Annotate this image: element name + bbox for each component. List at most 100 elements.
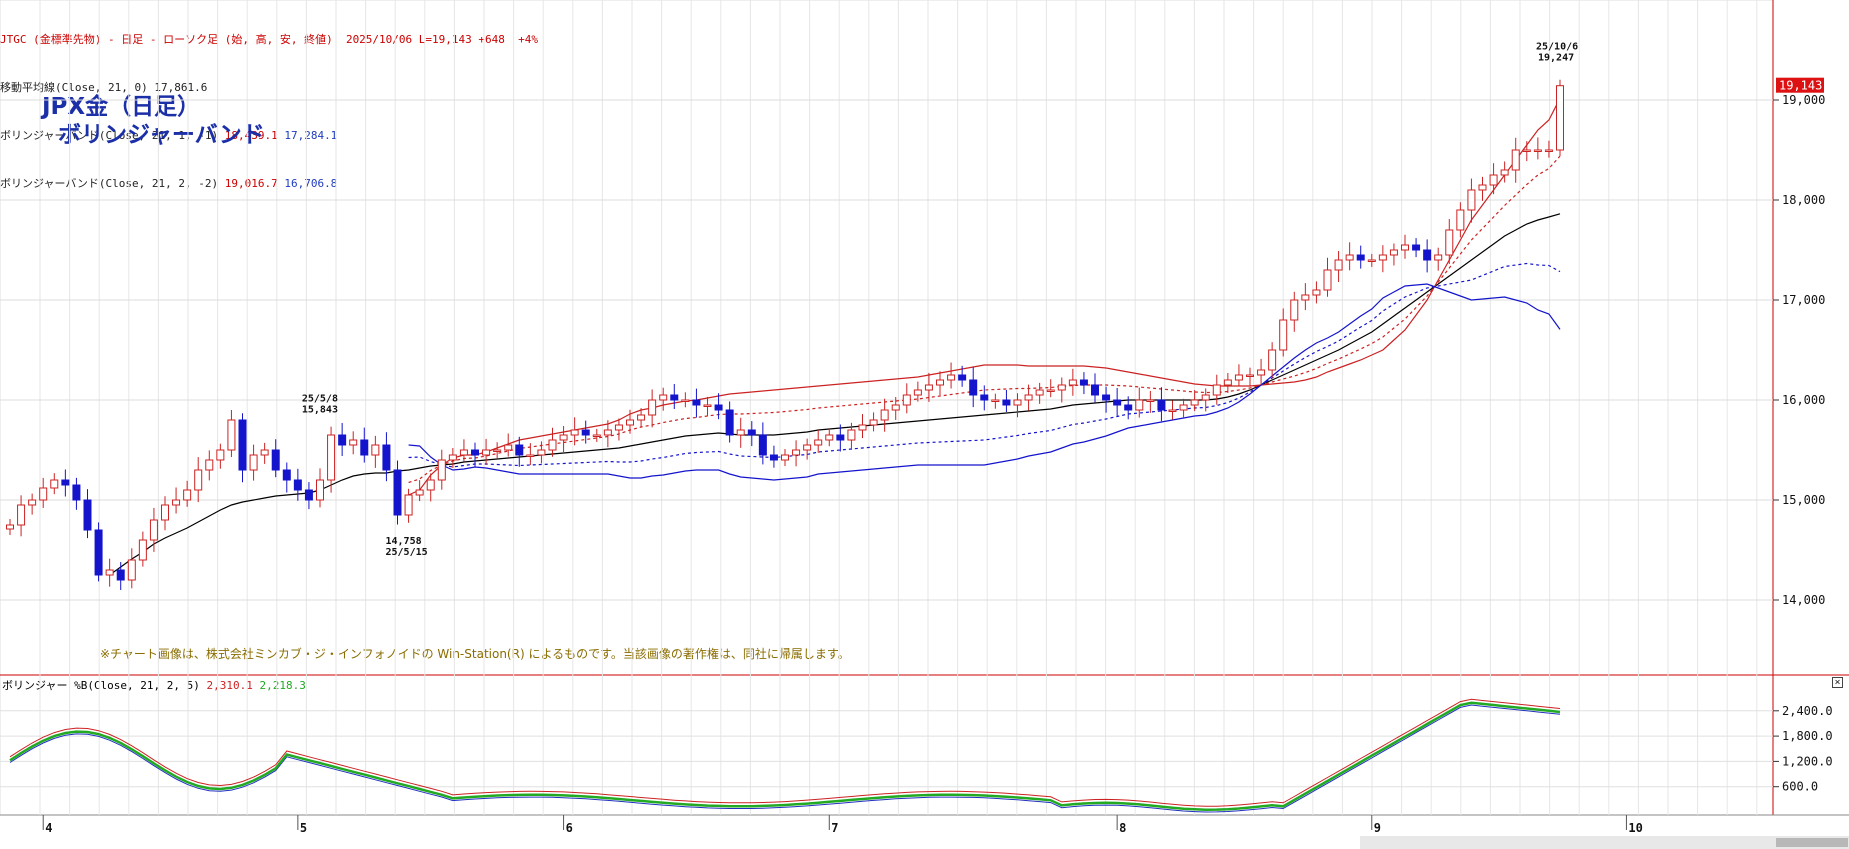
month-label: 7 <box>831 821 838 835</box>
candle-body <box>293 479 302 491</box>
candle-body <box>1367 259 1376 262</box>
price-tick-label: 18,000 <box>1782 193 1825 207</box>
candle-body <box>72 484 81 501</box>
candle-body <box>1113 399 1122 406</box>
candle-body <box>1489 174 1498 186</box>
candle-body <box>205 459 214 471</box>
price-tick-label: 15,000 <box>1782 493 1825 507</box>
candle-body <box>803 444 812 451</box>
candle-body <box>814 439 823 446</box>
candle-body <box>792 449 801 456</box>
candle-body <box>39 487 48 501</box>
candle-body <box>692 399 701 406</box>
candle-body <box>138 539 147 561</box>
candle-body <box>1234 374 1243 381</box>
candle-body <box>1212 384 1221 396</box>
candle-body <box>1511 149 1520 171</box>
candle-body <box>17 504 26 526</box>
candle-body <box>194 469 203 491</box>
candle-body <box>1456 209 1465 231</box>
scrollbar-thumb[interactable] <box>1776 838 1848 847</box>
candle-body <box>437 459 446 481</box>
price-chart[interactable]: 14,000 15,000 16,000 17,000 18,000 19,000 2,40… <box>0 0 1849 849</box>
candle-body <box>681 399 690 402</box>
price-tick-label: 17,000 <box>1782 293 1825 307</box>
candle-body <box>382 444 391 471</box>
horizontal-scrollbar[interactable] <box>1360 836 1849 849</box>
candle-body <box>271 449 280 471</box>
candle-body <box>183 489 192 501</box>
candle-body <box>371 444 380 456</box>
price-tick-label: 16,000 <box>1782 393 1825 407</box>
month-label: 5 <box>300 821 307 835</box>
candle-body <box>581 429 590 436</box>
candle-body <box>1268 349 1277 371</box>
bb-upper-1sigma-line <box>408 155 1561 484</box>
candle-body <box>858 424 867 431</box>
candle-body <box>725 409 734 436</box>
candle-body <box>393 469 402 516</box>
candle-body <box>1091 384 1099 396</box>
candle-body <box>1079 379 1088 386</box>
candle-body <box>1522 149 1531 152</box>
candle-body <box>1179 404 1188 411</box>
annotation-high-oct-date: 25/10/6 <box>1536 41 1578 52</box>
candle-body <box>116 569 125 581</box>
candle-body <box>1046 389 1055 392</box>
candle-body <box>626 419 634 426</box>
candle-body <box>1157 399 1166 411</box>
candle-body <box>891 404 900 411</box>
annotation-high-may-date: 25/5/8 <box>302 394 338 405</box>
candle-body <box>260 449 269 456</box>
candle-body <box>1533 149 1542 152</box>
candle-body <box>991 399 1000 402</box>
candle-body <box>238 419 247 471</box>
price-tick-label: 14,000 <box>1782 593 1825 607</box>
candle-body <box>936 379 944 386</box>
candle-body <box>282 469 291 481</box>
candle-body <box>482 449 491 456</box>
candle-body <box>1013 399 1022 406</box>
candle-body <box>127 559 136 581</box>
candle-body <box>515 444 524 456</box>
candle-body <box>504 444 513 451</box>
candle-body <box>769 454 778 461</box>
candle-body <box>537 449 546 456</box>
pb-tick-label: 2,400.0 <box>1782 704 1833 718</box>
candle-body <box>1434 254 1443 261</box>
candle-body <box>1401 244 1409 251</box>
candle-body <box>349 439 358 446</box>
candle-body <box>338 434 347 446</box>
candle-body <box>1201 394 1210 401</box>
candle-body <box>149 519 158 541</box>
candle-body <box>1312 289 1321 296</box>
candle-body <box>172 499 181 506</box>
candle-body <box>415 489 424 496</box>
plot-frame <box>0 0 1774 816</box>
candle-body <box>603 429 612 436</box>
candle-body <box>1500 169 1509 176</box>
candle-body <box>304 489 313 501</box>
candle-body <box>670 394 679 401</box>
annotation-high-may-value: 15,843 <box>302 405 338 416</box>
candle-body <box>493 449 502 452</box>
candle-body <box>1290 299 1299 321</box>
annotation-high-oct-value: 19,247 <box>1538 52 1574 63</box>
candle-body <box>1412 244 1421 251</box>
candle-body <box>969 379 978 396</box>
candle-body <box>548 439 557 451</box>
candle-body <box>947 374 956 381</box>
candle-body <box>94 529 103 576</box>
candle-body <box>360 439 369 456</box>
candle-body <box>216 449 225 461</box>
month-label: 8 <box>1119 821 1126 835</box>
month-label: 10 <box>1628 821 1642 835</box>
candle-body <box>1378 254 1387 261</box>
candle-body <box>592 434 601 437</box>
candle-body <box>1389 249 1398 256</box>
month-label: 9 <box>1374 821 1381 835</box>
candle-body <box>714 404 723 411</box>
percent-b-green-line <box>9 701 1561 811</box>
candle-body <box>902 394 911 406</box>
candle-body <box>980 394 989 401</box>
